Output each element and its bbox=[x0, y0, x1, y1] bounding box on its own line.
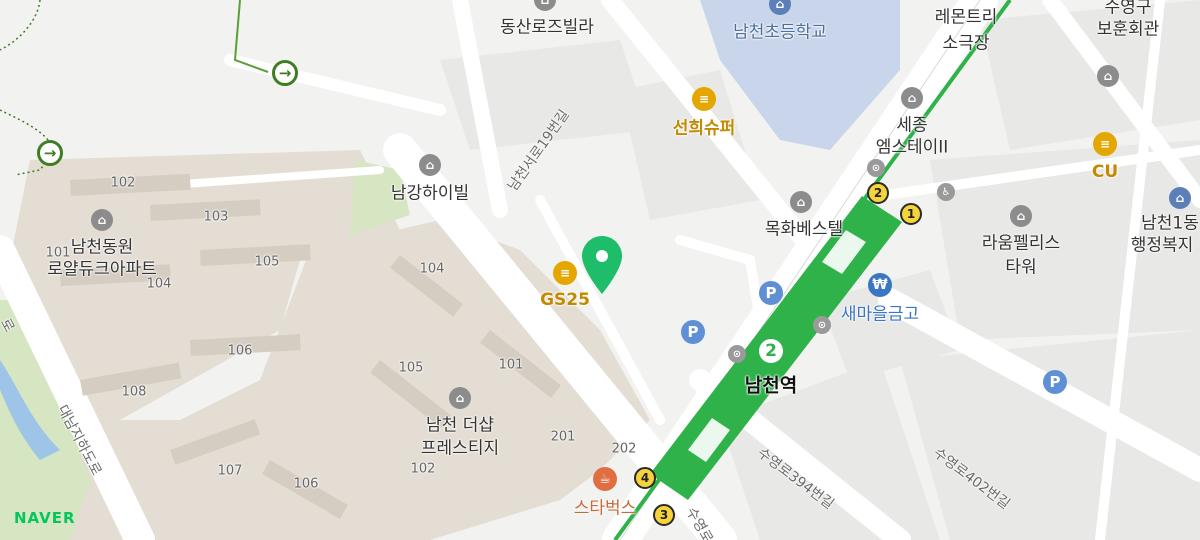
building-icon[interactable]: ⌂ bbox=[419, 154, 441, 176]
poi-starbucks[interactable]: 스타벅스 bbox=[574, 494, 637, 519]
poi-raum-palace-line2[interactable]: 타워 bbox=[1005, 258, 1036, 279]
basket-icon[interactable]: ≡ bbox=[1093, 132, 1117, 156]
basket-icon[interactable]: ≡ bbox=[692, 87, 716, 111]
bus-stop-icon[interactable]: ⊙ bbox=[813, 316, 831, 334]
building-number: 106 bbox=[293, 476, 319, 492]
building-number: 101 bbox=[45, 245, 71, 261]
arrow-right-icon[interactable]: → bbox=[272, 60, 298, 86]
won-icon[interactable]: ₩ bbox=[868, 273, 892, 297]
subway-line-badge[interactable]: 2 bbox=[755, 335, 787, 367]
building-number: 104 bbox=[419, 261, 445, 277]
building-number: 102 bbox=[110, 175, 136, 191]
parking-icon[interactable]: P bbox=[759, 281, 783, 305]
parking-icon[interactable]: P bbox=[1043, 370, 1067, 394]
poi-dongsan-villa[interactable]: 동산로즈빌라 bbox=[500, 18, 594, 39]
station-exit-2[interactable]: 2 bbox=[867, 182, 889, 204]
poi-mokhwa-best[interactable]: 목화베스텔 bbox=[765, 220, 843, 241]
building-number: 103 bbox=[203, 209, 229, 225]
poi-sejong-line1[interactable]: 세종 bbox=[896, 116, 927, 137]
namcheon-station-label[interactable]: 남천역 bbox=[745, 371, 797, 398]
poi-sejong-line2[interactable]: 엠스테이II bbox=[876, 138, 949, 159]
poi-namcheon-elementary[interactable]: 남천초등학교 bbox=[733, 18, 827, 43]
building-number: 102 bbox=[410, 461, 436, 477]
building-number: 104 bbox=[146, 276, 172, 292]
government-icon[interactable]: ⌂ bbox=[1169, 187, 1191, 209]
station-exit-3[interactable]: 3 bbox=[653, 504, 675, 526]
location-pin-icon[interactable] bbox=[582, 236, 622, 298]
poi-namcheon-royal-line1[interactable]: 남천동원 bbox=[71, 238, 134, 259]
parking-icon[interactable]: P bbox=[681, 320, 705, 344]
poi-sunhee-super[interactable]: 선희슈퍼 bbox=[673, 114, 736, 139]
building-number: 108 bbox=[121, 384, 147, 400]
poi-suyeonggu-hall-line2[interactable]: 보훈회관 bbox=[1097, 20, 1160, 41]
bus-stop-icon[interactable]: ⊙ bbox=[867, 159, 885, 177]
map-view[interactable]: → → ⌂ 동산로즈빌라 ⌂ 남천초등학교 레몬트리 소극장 수영구 보훈회관 … bbox=[0, 0, 1200, 540]
building-icon[interactable]: ⌂ bbox=[901, 87, 923, 109]
poi-saemaeul[interactable]: 새마을금고 bbox=[841, 300, 919, 325]
building-icon[interactable]: ⌂ bbox=[449, 387, 471, 409]
cup-icon[interactable]: ☕ bbox=[593, 467, 617, 491]
wheelchair-icon[interactable]: ♿ bbox=[937, 183, 955, 201]
building-icon[interactable]: ⌂ bbox=[91, 209, 113, 231]
building-number: 202 bbox=[611, 441, 637, 457]
arrow-right-icon[interactable]: → bbox=[37, 140, 63, 166]
poi-raum-palace-line1[interactable]: 라움펠리스 bbox=[982, 234, 1060, 255]
bus-stop-icon[interactable]: ⊙ bbox=[728, 345, 746, 363]
building-icon[interactable]: ⌂ bbox=[790, 191, 812, 213]
naver-logo[interactable]: NAVER bbox=[14, 509, 76, 527]
station-exit-1[interactable]: 1 bbox=[900, 203, 922, 225]
poi-the-sharp-line2[interactable]: 프레스티지 bbox=[421, 439, 499, 460]
building-icon[interactable]: ⌂ bbox=[1010, 205, 1032, 227]
building-number: 107 bbox=[217, 463, 243, 479]
poi-namcheon-royal-line2[interactable]: 로얄듀크아파트 bbox=[47, 260, 156, 281]
poi-cu[interactable]: CU bbox=[1092, 162, 1118, 182]
poi-namcheon-admin-line2[interactable]: 행정복지 bbox=[1131, 236, 1194, 257]
building-number: 201 bbox=[550, 429, 576, 445]
building-number: 105 bbox=[398, 360, 424, 376]
poi-lemon-tree-line1[interactable]: 레몬트리 bbox=[935, 8, 998, 29]
station-exit-4[interactable]: 4 bbox=[634, 467, 656, 489]
poi-lemon-tree-line2[interactable]: 소극장 bbox=[943, 34, 990, 55]
building-icon[interactable]: ⌂ bbox=[1097, 65, 1119, 87]
poi-namgang-hill[interactable]: 남강하이빌 bbox=[391, 184, 469, 205]
building-number: 101 bbox=[498, 357, 524, 373]
basket-icon[interactable]: ≡ bbox=[553, 261, 577, 285]
poi-namcheon-admin-line1[interactable]: 남천1동 bbox=[1141, 214, 1199, 235]
building-number: 105 bbox=[254, 254, 280, 270]
poi-suyeonggu-hall-line1[interactable]: 수영구 bbox=[1105, 0, 1152, 19]
poi-the-sharp-line1[interactable]: 남천 더샵 bbox=[426, 416, 494, 437]
building-number: 106 bbox=[227, 343, 253, 359]
